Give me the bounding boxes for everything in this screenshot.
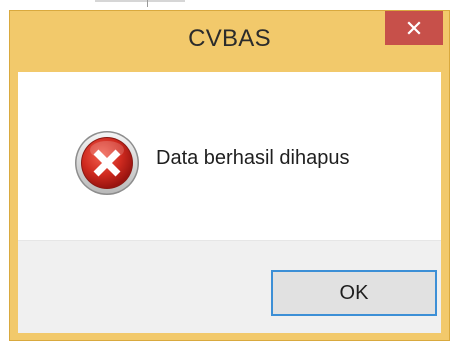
close-icon: [407, 21, 421, 35]
close-button[interactable]: [385, 11, 443, 45]
message-area: Data berhasil dihapus: [18, 72, 441, 240]
background-window-edge: [95, 0, 185, 2]
button-area: OK: [18, 240, 441, 333]
dialog-body: Data berhasil dihapus OK: [18, 72, 441, 333]
message-dialog: CVBAS Data berhasil dihapus OK: [9, 10, 450, 341]
background-window-tick: [147, 0, 148, 7]
dialog-message: Data berhasil dihapus: [156, 147, 350, 169]
dialog-titlebar[interactable]: CVBAS: [10, 11, 449, 71]
ok-button[interactable]: OK: [271, 270, 437, 316]
dialog-title: CVBAS: [188, 25, 271, 52]
error-icon: [75, 131, 139, 195]
